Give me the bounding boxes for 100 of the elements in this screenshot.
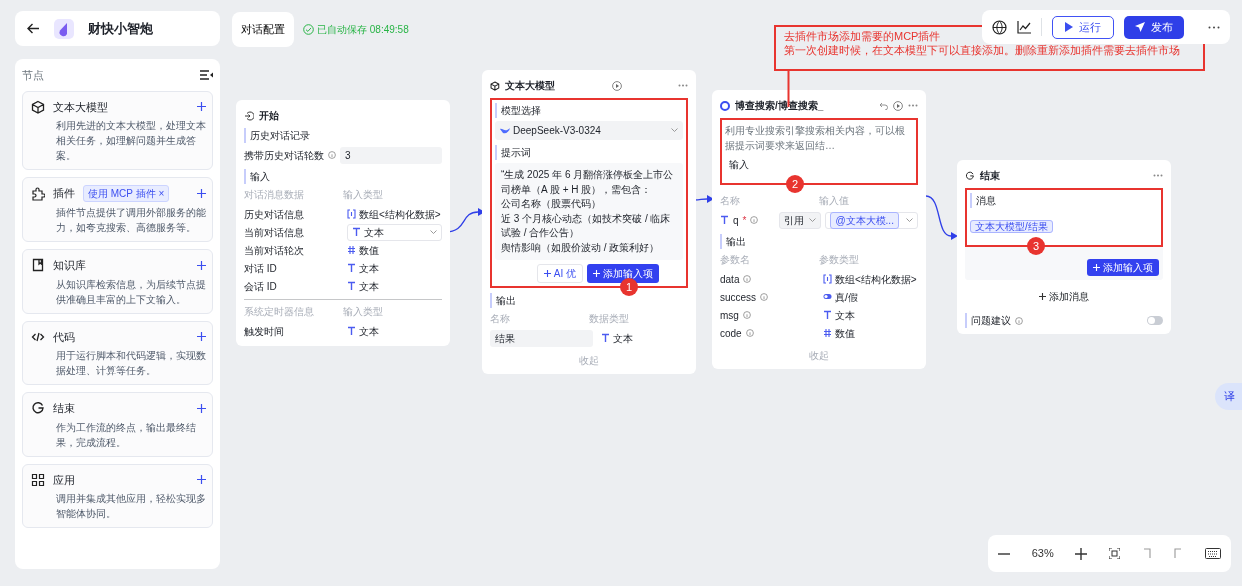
publish-button[interactable]: 发布 <box>1124 15 1184 39</box>
collapse-panel-icon[interactable] <box>200 70 213 81</box>
variable-name: 触发时间 <box>244 324 285 339</box>
variable-name: 历史对话信息 <box>244 207 305 222</box>
play-circle-icon[interactable] <box>893 100 903 111</box>
variable-type: 文本 <box>358 279 379 294</box>
zoom-in-icon[interactable] <box>1075 547 1088 560</box>
keyboard-icon[interactable] <box>1204 548 1221 559</box>
grid-icon <box>31 472 45 487</box>
app-title: 财快小智炮 <box>88 19 153 38</box>
end-icon <box>31 401 45 416</box>
variable-name: 当前对话轮次 <box>244 243 305 258</box>
add-icon[interactable] <box>197 260 206 270</box>
book-icon <box>31 258 45 273</box>
section-label: 问题建议 <box>965 313 1011 328</box>
info-icon <box>760 293 769 301</box>
array-type-icon <box>346 209 356 219</box>
ai-optimize-button[interactable]: AI 优 <box>536 264 583 283</box>
add-icon[interactable] <box>197 332 206 342</box>
info-icon <box>1015 316 1023 325</box>
mode-select[interactable]: 引用 <box>779 211 822 229</box>
puzzle-icon <box>31 186 45 201</box>
section-label: 历史对话记录 <box>244 128 442 143</box>
filter-tag[interactable]: 使用 MCP 插件 × <box>83 185 170 202</box>
add-icon[interactable] <box>197 403 206 413</box>
play-icon <box>1065 22 1073 32</box>
add-input-button[interactable]: 添加输入项 <box>587 264 659 283</box>
suggestion-toggle[interactable] <box>1147 316 1163 325</box>
play-circle-icon[interactable] <box>611 80 622 91</box>
variable-name: 当前对话信息 <box>244 225 305 240</box>
end-icon <box>965 170 975 181</box>
node-title: 开始 <box>259 109 279 123</box>
add-icon[interactable] <box>197 102 206 112</box>
node-type-card[interactable]: 结束 作为工作流的终点，输出最终结果，完成流程。 <box>22 392 213 457</box>
variable-type: 文本 <box>358 261 379 276</box>
panel-title: 节点 <box>22 68 44 83</box>
node-type-card[interactable]: 插件 使用 MCP 插件 × 插件节点提供了调用外部服务的能力，如夸克搜索、高德服务等。 <box>22 177 213 242</box>
variable-name: 对话 ID <box>244 261 278 276</box>
field-label: 携带历史对话轮数 <box>244 148 324 163</box>
param-type: 文本 <box>612 331 633 346</box>
plus-icon <box>1093 264 1100 271</box>
column-header: 参数类型 <box>819 253 860 267</box>
required-mark: * <box>742 213 747 228</box>
prompt-line: “生成 2025 年 6 月翻倍涨停板全上市公司榜单（A 股 + H 股），需包含： <box>501 168 675 197</box>
number-type-icon <box>822 328 832 338</box>
section-label: 提示词 <box>495 145 683 160</box>
type-select[interactable]: 文本 <box>346 223 442 241</box>
autosave-status: 已自动保存 08:49:58 <box>317 23 409 37</box>
node-type-card[interactable]: 知识库 从知识库检索信息，为后续节点提供准确且丰富的上下文输入。 <box>22 249 213 314</box>
column-header: 系统定时器信息 <box>244 305 315 319</box>
column-header: 对话消息数据 <box>244 188 305 202</box>
connector-arrow <box>694 194 714 204</box>
chevron-down-icon <box>430 229 437 235</box>
rounds-field[interactable]: 3 <box>340 146 442 164</box>
plus-icon <box>1039 293 1046 300</box>
add-icon[interactable] <box>197 475 206 485</box>
prompt-line: 舆情影响（如股价波动 / 政策利好） <box>501 240 661 255</box>
output-name-field[interactable]: 结果 <box>490 329 593 347</box>
node-type-card[interactable]: 代码 用于运行脚本和代码逻辑，实现数据处理、计算等任务。 <box>22 320 213 385</box>
add-icon[interactable] <box>197 189 206 198</box>
workflow-node[interactable]: 开始 历史对话记录 携带历史对话轮数 3 输入 对话消息数据 输入类型 历史对话信息 数组<结构化数据> 当前对话信息 文本 当前对话轮次 数值 对话 ID 文本 会话 ID 文本 系统定时器信息 输入类型 触发时间 文本 <box>236 100 450 346</box>
column-header: 输入类型 <box>343 305 384 319</box>
variable-name: 会话 ID <box>244 279 278 294</box>
step-marker: 3 <box>1027 237 1045 255</box>
zoom-level[interactable]: 63% <box>1031 545 1054 562</box>
prompt-textarea[interactable]: “生成 2025 年 6 月翻倍涨停板全上市公司榜单（A 股 + H 股），需包含： 公司名称（股票代码） 近 3 个月核心动态（如技术突破 / 临床试验 / 合作公告） 舆情影响（如股价波动 / 政策利好） <box>495 163 683 260</box>
node-type-title: 结束 <box>53 401 75 416</box>
param-type: 数值 <box>834 326 855 341</box>
config-tab[interactable]: 对话配置 <box>232 12 294 47</box>
workflow-node[interactable]: 结束 消息 文本大模型/结果 3 添加输入项 添加消息 问题建议 <box>957 160 1171 334</box>
model-select[interactable]: DeepSeek-V3-0324 <box>495 121 683 140</box>
cube-icon <box>490 80 500 91</box>
param-type: 真/假 <box>834 290 858 305</box>
node-type-description: 从知识库检索信息，为后续节点提供准确且丰富的上下文输入。 <box>56 277 206 307</box>
section-label: 输入 <box>244 169 442 184</box>
column-header: 名称 <box>720 194 741 208</box>
node-type-description: 作为工作流的终点，输出最终结果，完成流程。 <box>56 420 197 450</box>
translate-button[interactable]: 译 <box>1215 383 1242 410</box>
back-arrow-icon[interactable] <box>27 23 40 34</box>
globe-icon[interactable] <box>992 19 1007 35</box>
section-label: 输出 <box>490 293 688 308</box>
workflow-node[interactable]: 博查搜索/博查搜索_ 利用专业搜索引擎搜索相关内容，可以根据提示词要求来返回结… 输入 2 名称 输入值 q * 引用 @文本大模... 输出 参数名 参数类型 data 数组<结构化数据> success 真/假 msg 文本 code 数值 收起 <box>712 90 926 369</box>
more-icon[interactable] <box>1208 25 1220 29</box>
run-button[interactable]: 运行 <box>1052 15 1114 39</box>
line-chart-icon[interactable] <box>1017 20 1031 34</box>
node-title: 博查搜索/博查搜索_ <box>735 99 824 113</box>
node-type-card[interactable]: 文本大模型 利用先进的文本大模型，处理文本相关任务，如理解问题并生成答案。 <box>22 90 213 170</box>
node-type-card[interactable]: 应用 调用并集成其他应用，轻松实现多智能体协同。 <box>22 463 213 528</box>
param-type: 数组<结构化数据> <box>834 272 917 287</box>
reference-select[interactable]: @文本大模... <box>825 211 918 229</box>
add-input-button[interactable]: 添加输入项 <box>1087 259 1159 276</box>
start-icon <box>244 110 254 121</box>
column-header: 输入值 <box>819 194 850 208</box>
number-type-icon <box>346 245 356 255</box>
column-header: 数据类型 <box>589 312 630 326</box>
zoom-out-icon[interactable] <box>998 552 1010 555</box>
fit-view-icon[interactable] <box>1109 548 1120 559</box>
node-description: 利用专业搜索引擎搜索相关内容，可以根据提示词要求来返回结… <box>725 124 906 153</box>
workflow-node[interactable]: 文本大模型 模型选择 DeepSeek-V3-0324 提示词 “生成 2025 年 6 月翻倍涨停板全上市公司榜单（A 股 + H 股），需包含： 公司名称（股票代码） 近 3 个月核心动态（如技术突破 / 临床试验 / 合作公告） 舆情影响（如股价波动 / 政策利好） AI 优 添加输入项 1 输出 名称 数据类型 结果 文本 收起 <box>482 70 696 374</box>
step-marker: 2 <box>786 175 804 193</box>
